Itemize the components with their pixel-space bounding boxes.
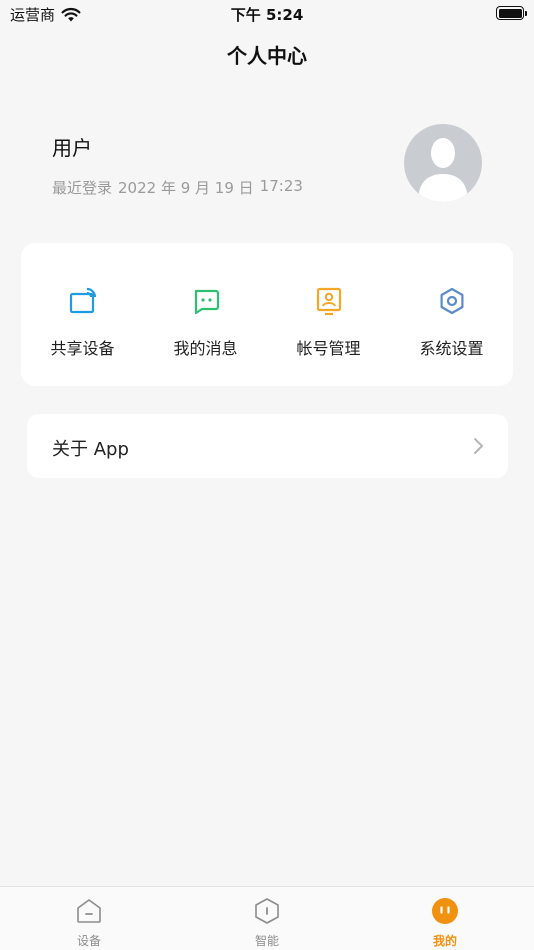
tab-smart-label: 智能 [254, 934, 279, 948]
chevron-right-icon [474, 438, 483, 454]
last-login: 最近登录 2022 年 9 月 19 日 17:23 [52, 177, 303, 198]
last-login-date: 2022 年 9 月 19 日 [118, 179, 254, 197]
share-device-button[interactable]: 共享设备 [21, 243, 144, 386]
last-login-label: 最近登录 [52, 179, 113, 197]
battery-level [498, 8, 522, 18]
system-settings-label: 系统设置 [419, 339, 484, 358]
page-title: 个人中心 [227, 44, 307, 68]
quick-actions-card: 共享设备 我的消息 帐号管理 系统设置 [21, 243, 513, 386]
account-management-label: 帐号管理 [296, 339, 361, 358]
account-icon [316, 287, 342, 316]
messages-label: 我的消息 [173, 339, 238, 358]
share-device-label: 共享设备 [50, 339, 115, 358]
smart-tab-icon [255, 898, 279, 924]
status-time: 下午 5:24 [230, 6, 304, 24]
share-device-icon [69, 287, 97, 314]
about-app-label: 关于 App [52, 439, 129, 460]
username: 用户 [52, 136, 92, 160]
last-login-time: 17:23 [259, 177, 303, 195]
avatar[interactable] [404, 124, 482, 202]
messages-button[interactable]: 我的消息 [144, 243, 267, 386]
about-app-row[interactable]: 关于 App [27, 414, 508, 478]
tab-mine[interactable]: 我的 [356, 887, 534, 950]
system-settings-button[interactable]: 系统设置 [390, 243, 513, 386]
device-tab-icon [77, 899, 101, 923]
tab-bar: 设备 智能 我的 [0, 886, 534, 950]
mine-tab-icon [432, 898, 458, 924]
default-avatar-icon [418, 138, 468, 202]
tab-devices-label: 设备 [76, 934, 101, 948]
message-icon [194, 289, 220, 315]
settings-icon [440, 287, 464, 315]
account-management-button[interactable]: 帐号管理 [267, 243, 390, 386]
battery-icon [496, 6, 527, 20]
profile-section: 用户 最近登录 2022 年 9 月 19 日 17:23 [52, 132, 303, 198]
tab-smart[interactable]: 智能 [178, 887, 356, 950]
tab-devices[interactable]: 设备 [0, 887, 178, 950]
tab-mine-label: 我的 [432, 934, 457, 948]
status-bar: 运营商 下午 5:24 [0, 0, 534, 28]
